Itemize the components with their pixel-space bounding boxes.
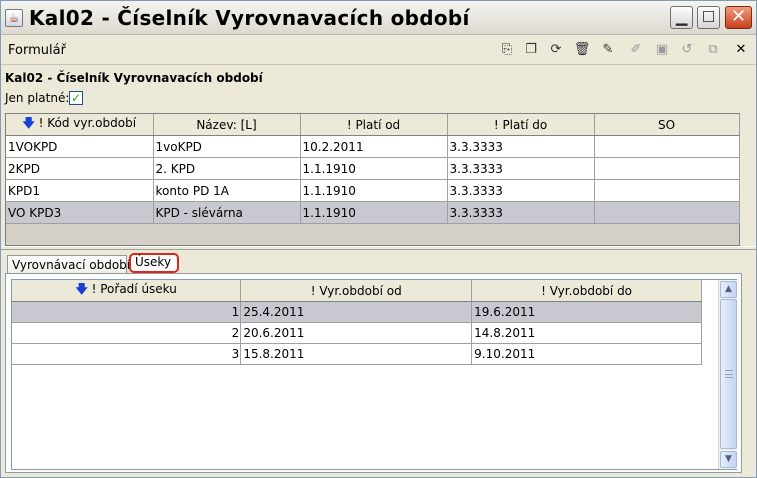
form-title: Kal02 - Číselník Vyrovnavacích období (5, 71, 263, 85)
maximize-icon: ☐ (701, 8, 716, 26)
vertical-scrollbar[interactable]: ▲ ▼ (718, 280, 737, 469)
minimize-icon: ▁ (675, 8, 688, 26)
col-header-nazev[interactable]: Název: [L] (153, 114, 301, 136)
close-form-icon[interactable]: ✕ (732, 41, 750, 59)
delete-icon[interactable]: 🗑 (573, 41, 591, 59)
scroll-up-icon[interactable]: ▲ (720, 281, 737, 298)
table-cell[interactable]: 10.2.2011 (300, 135, 448, 158)
close-window-button[interactable]: ✕ (725, 6, 752, 29)
minimize-button[interactable]: ▁ (670, 6, 693, 29)
table-cell[interactable]: 1VOKPD (6, 135, 154, 158)
tab-useky[interactable]: Úseky (129, 253, 179, 273)
table-cell[interactable]: 1.1.1910 (300, 179, 448, 202)
filter-checkbox[interactable]: ✓ (69, 91, 83, 105)
table-cell[interactable]: 15.8.2011 (240, 343, 473, 365)
table-row[interactable]: KPD1 konto PD 1A 1.1.1910 3.3.3333 (6, 179, 740, 202)
periods-table: 🡇 ! Kód vyr.období Název: [L] ! Platí od… (5, 113, 740, 246)
table-row-selected[interactable]: 1 25.4.2011 19.6.2011 (12, 301, 702, 323)
tab-vyrovnavaci-obdobi[interactable]: Vyrovnávací období (7, 255, 130, 273)
table-row[interactable]: 2 20.6.2011 14.8.2011 (12, 322, 702, 344)
table-header: 🡇 ! Kód vyr.období Název: [L] ! Platí od… (6, 114, 740, 136)
table-cell[interactable] (594, 157, 740, 180)
undo-icon[interactable]: ↺ (678, 41, 696, 59)
col-header-obdobi-do[interactable]: ! Vyr.období do (471, 280, 702, 302)
segments-table: 🡇 ! Pořadí úseku ! Vyr.období od ! Vyr.o… (11, 279, 737, 470)
table-cell[interactable]: 2. KPD (153, 157, 301, 180)
table-cell[interactable]: konto PD 1A (153, 179, 301, 202)
scroll-down-icon[interactable]: ▼ (720, 451, 737, 468)
table-cell[interactable]: 1.1.1910 (300, 201, 448, 224)
table-cell[interactable]: 1.1.1910 (300, 157, 448, 180)
table-cell[interactable] (594, 135, 740, 158)
table-cell[interactable]: 3 (12, 343, 242, 365)
table-cell[interactable]: KPD - slévárna (153, 201, 301, 224)
table-cell[interactable] (594, 201, 740, 224)
close-icon: ✕ (730, 6, 747, 27)
table-cell[interactable] (594, 179, 740, 202)
post-icon[interactable]: ✐ (627, 41, 645, 59)
col-header-poradi[interactable]: 🡇 ! Pořadí úseku (12, 280, 242, 302)
table-cell[interactable]: 3.3.3333 (447, 201, 595, 224)
col-header-plati-od[interactable]: ! Platí od (300, 114, 448, 136)
edit-icon[interactable]: ✎ (599, 41, 617, 59)
refresh-icon[interactable]: ⟳ (547, 41, 565, 59)
main-window: ☕ Kal02 - Číselník Vyrovnavacích období … (0, 0, 757, 478)
copy-icon[interactable]: ❐ (522, 41, 540, 59)
scroll-thumb[interactable] (720, 299, 737, 449)
sort-down-icon: 🡇 (75, 282, 88, 296)
col-header-plati-do[interactable]: ! Platí do (447, 114, 595, 136)
table-cell[interactable]: KPD1 (6, 179, 154, 202)
table-row-selected[interactable]: VO KPD3 KPD - slévárna 1.1.1910 3.3.3333 (6, 201, 740, 224)
table-row[interactable]: 1VOKPD 1voKPD 10.2.2011 3.3.3333 (6, 135, 740, 158)
table-cell[interactable]: 20.6.2011 (240, 322, 473, 344)
table-cell[interactable]: 14.8.2011 (471, 322, 702, 344)
window-title: Kal02 - Číselník Vyrovnavacích období (29, 6, 470, 30)
grip-icon (725, 370, 733, 378)
table-cell[interactable]: 1 (12, 301, 242, 323)
window-icon[interactable]: ⧉ (704, 41, 722, 59)
java-icon[interactable]: ☕ (5, 9, 23, 27)
table-header: 🡇 ! Pořadí úseku ! Vyr.období od ! Vyr.o… (12, 280, 702, 302)
table-row[interactable]: 2KPD 2. KPD 1.1.1910 3.3.3333 (6, 157, 740, 180)
table-row[interactable]: 3 15.8.2011 9.10.2011 (12, 343, 702, 365)
table-cell[interactable]: 9.10.2011 (471, 343, 702, 365)
menu-formular[interactable]: Formulář (8, 43, 66, 58)
splitter[interactable] (1, 246, 756, 250)
table-cell[interactable]: VO KPD3 (6, 201, 154, 224)
table-cell[interactable]: 3.3.3333 (447, 157, 595, 180)
col-header-so[interactable]: SO (594, 114, 740, 136)
table-cell[interactable]: 19.6.2011 (471, 301, 702, 323)
save-icon[interactable]: ▣ (653, 41, 671, 59)
table-cell[interactable]: 3.3.3333 (447, 135, 595, 158)
table-cell[interactable]: 3.3.3333 (447, 179, 595, 202)
table-cell[interactable]: 1voKPD (153, 135, 301, 158)
table-cell[interactable]: 2 (12, 322, 242, 344)
table-cell[interactable]: 2KPD (6, 157, 154, 180)
title-bar[interactable]: ☕ Kal02 - Číselník Vyrovnavacích období … (1, 1, 756, 35)
table-cell[interactable]: 25.4.2011 (240, 301, 473, 323)
col-header-obdobi-od[interactable]: ! Vyr.období od (240, 280, 473, 302)
sort-down-icon: 🡇 (22, 116, 35, 130)
tab-panel: 🡇 ! Pořadí úseku ! Vyr.období od ! Vyr.o… (5, 273, 742, 473)
filter-label: Jen platné: (5, 91, 70, 105)
new-record-icon[interactable]: ⎘ (498, 41, 516, 59)
maximize-button[interactable]: ☐ (697, 6, 720, 29)
col-header-kod[interactable]: 🡇 ! Kód vyr.období (6, 114, 154, 136)
menu-bar: Formulář ⎘ ❐ ⟳ 🗑 ✎ ✐ ▣ ↺ ⧉ ✕ (1, 36, 756, 65)
